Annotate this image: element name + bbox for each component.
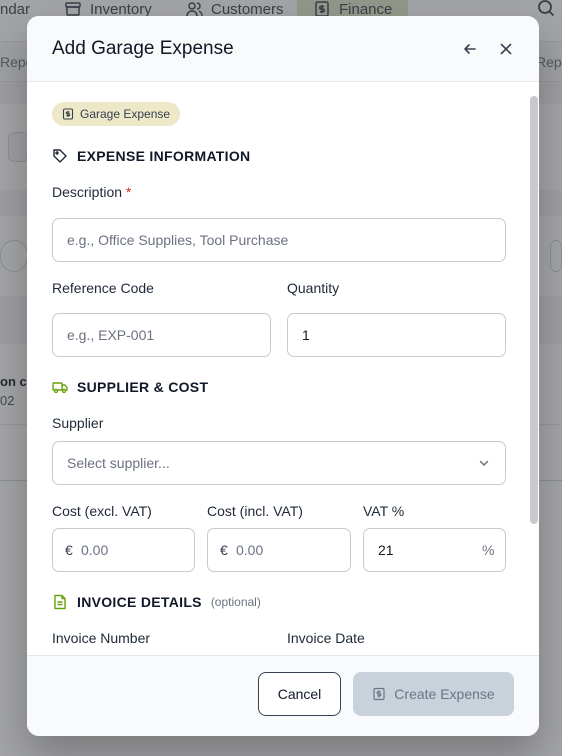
close-button[interactable] [493,36,519,62]
create-expense-label: Create Expense [394,686,495,702]
arrow-left-icon [464,44,476,54]
badge-label: Garage Expense [80,107,171,121]
percent-suffix: % [482,542,495,558]
section-supplier-cost: SUPPLIER & COST [52,379,208,395]
receipt-icon [62,108,74,120]
supplier-select[interactable]: Select supplier... [52,441,506,485]
modal-title: Add Garage Expense [52,38,234,59]
section-expense-information-label: EXPENSE INFORMATION [77,148,251,164]
invoice-number-label: Invoice Number [52,630,151,646]
create-expense-button[interactable]: Create Expense [353,672,514,716]
modal-footer: Cancel Create Expense [27,655,539,736]
reference-code-label: Reference Code [52,280,154,296]
optional-hint: (optional) [210,595,261,609]
truck-icon [52,382,68,394]
chevron-down-icon [479,460,489,466]
add-expense-modal: Add Garage Expense Garage Expense EXPENS… [27,16,539,736]
supplier-select-placeholder: Select supplier... [67,455,170,471]
currency-prefix: € [220,542,228,558]
section-invoice-details-label: INVOICE DETAILS [77,594,202,610]
description-label-text: Description [52,184,123,200]
cost-excl-vat-input[interactable] [52,528,195,572]
vat-label: VAT % [363,503,405,519]
tag-icon [53,149,67,163]
section-expense-information: EXPENSE INFORMATION [52,148,250,164]
back-button[interactable] [457,36,483,62]
cancel-button[interactable]: Cancel [258,672,341,716]
required-mark: * [125,184,132,200]
cost-incl-vat-input[interactable] [207,528,351,572]
scrollbar-thumb[interactable] [530,96,538,524]
description-label: Description * [52,184,131,200]
quantity-input[interactable] [287,313,506,357]
invoice-date-label: Invoice Date [287,630,365,646]
quantity-label: Quantity [287,280,340,296]
description-input[interactable] [52,218,506,262]
reference-code-input[interactable] [52,313,271,357]
supplier-label: Supplier [52,415,104,431]
receipt-icon [373,687,385,701]
close-icon [500,43,512,55]
currency-prefix: € [65,542,73,558]
section-supplier-cost-label: SUPPLIER & COST [77,379,209,395]
section-invoice-details: INVOICE DETAILS (optional) [52,594,261,610]
modal-header: Add Garage Expense [27,16,539,82]
expense-type-badge: Garage Expense [52,102,181,126]
document-icon [54,594,66,610]
cost-incl-vat-label: Cost (incl. VAT) [207,503,303,519]
cost-excl-vat-label: Cost (excl. VAT) [52,503,152,519]
